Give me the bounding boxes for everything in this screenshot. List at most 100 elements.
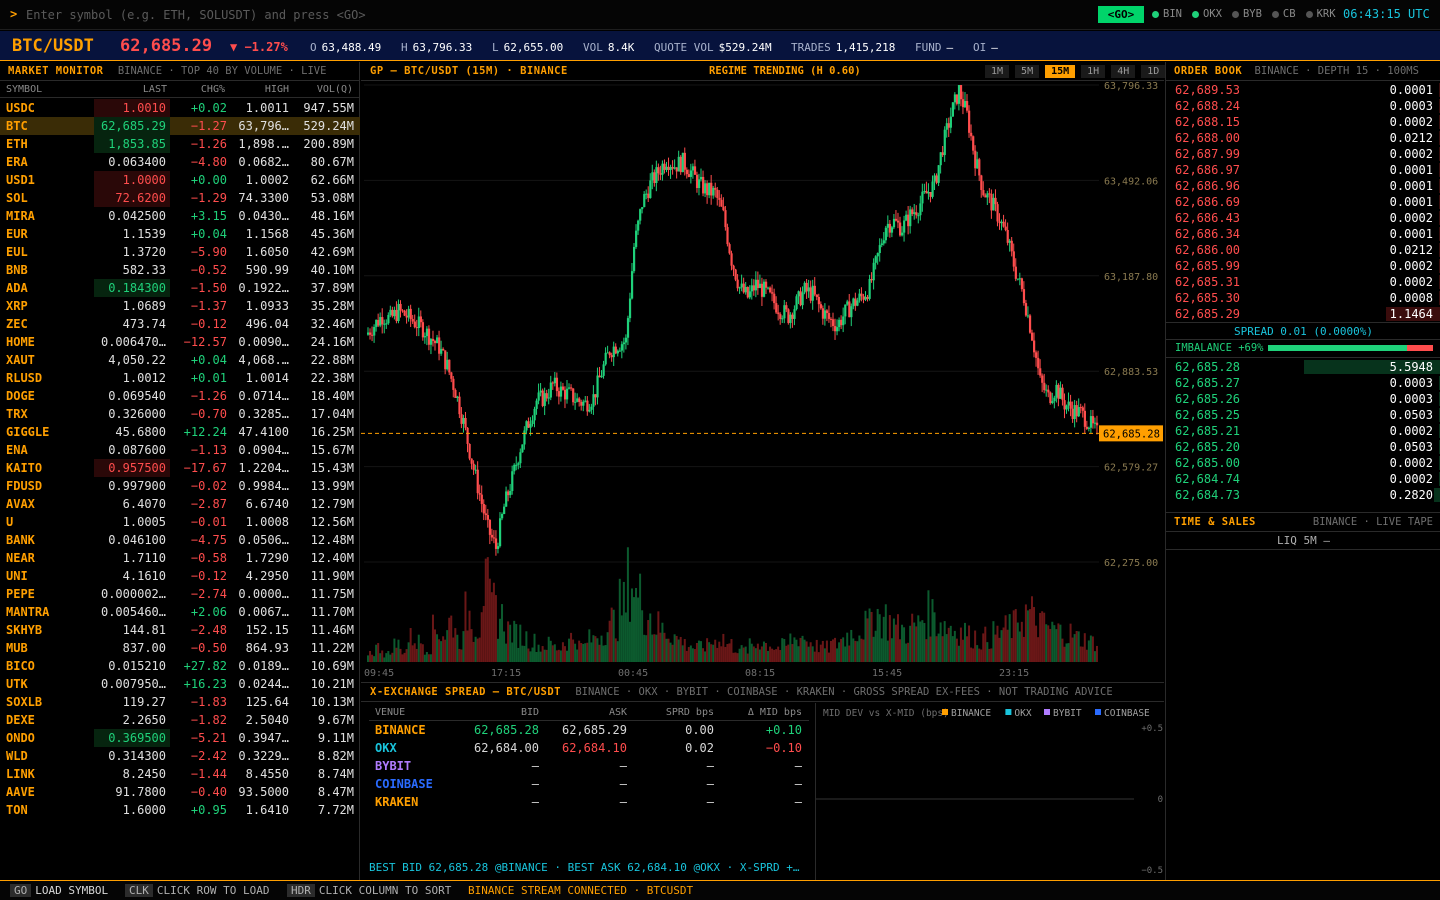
market-row-eul[interactable]: EUL 1.3720 −5.90 1.6050 42.69M: [0, 243, 360, 261]
market-high: 47.4100: [238, 425, 289, 439]
market-row-ena[interactable]: ENA 0.087600 −1.13 0.0904… 15.67M: [0, 441, 360, 459]
market-row-eth[interactable]: ETH 1,853.85 −1.26 1,898.… 200.89M: [0, 135, 360, 153]
market-row-soxlb[interactable]: SOXLB 119.27 −1.83 125.64 10.13M: [0, 693, 360, 711]
market-row-rlusd[interactable]: RLUSD 1.0012 +0.01 1.0014 22.38M: [0, 369, 360, 387]
spread-column-4[interactable]: Δ MID bps: [724, 705, 802, 721]
column-change[interactable]: CHG%: [172, 84, 225, 95]
spread-column-0[interactable]: VENUE: [375, 705, 405, 721]
market-row-wld[interactable]: WLD 0.314300 −2.42 0.3229… 8.82M: [0, 747, 360, 765]
candlestick-chart[interactable]: 63,796.33 63,492.06 63,187.80 62,883.53 62,5…: [361, 82, 1164, 682]
market-row-aave[interactable]: AAVE 91.7800 −0.40 93.5000 8.47M: [0, 783, 360, 801]
ask-level[interactable]: 62,686.43 0.0002: [1166, 210, 1440, 226]
market-row-sol[interactable]: SOL 72.6200 −1.29 74.3300 53.08M: [0, 189, 360, 207]
market-row-usdc[interactable]: USDC 1.0010 +0.02 1.0011 947.55M: [0, 99, 360, 117]
market-row-ondo[interactable]: ONDO 0.369500 −5.21 0.3947… 9.11M: [0, 729, 360, 747]
column-last[interactable]: LAST: [94, 84, 167, 95]
market-row-u[interactable]: U 1.0005 −0.01 1.0008 12.56M: [0, 513, 360, 531]
ask-level[interactable]: 62,688.00 0.0212: [1166, 130, 1440, 146]
spread-row-kraken[interactable]: KRAKEN — — — —: [369, 793, 809, 811]
market-row-trx[interactable]: TRX 0.326000 −0.70 0.3285… 17.04M: [0, 405, 360, 423]
ask-level[interactable]: 62,685.31 0.0002: [1166, 274, 1440, 290]
bid-level[interactable]: 62,685.27 0.0003: [1166, 375, 1440, 391]
timeframe-1h[interactable]: 1H: [1081, 65, 1106, 78]
ask-level[interactable]: 62,685.99 0.0002: [1166, 258, 1440, 274]
market-row-home[interactable]: HOME 0.006470… −12.57 0.0090… 24.16M: [0, 333, 360, 351]
spread-column-3[interactable]: SPRD bps: [639, 705, 714, 721]
bid-level[interactable]: 62,685.20 0.0503: [1166, 439, 1440, 455]
market-high: 2.5040: [245, 713, 289, 727]
bid-level[interactable]: 62,684.73 0.2820: [1166, 487, 1440, 503]
timeframe-5m[interactable]: 5M: [1015, 65, 1040, 78]
bid-quantity: 5.5948: [1389, 360, 1433, 374]
ask-level[interactable]: 62,687.99 0.0002: [1166, 146, 1440, 162]
market-row-mub[interactable]: MUB 837.00 −0.50 864.93 11.22M: [0, 639, 360, 657]
market-row-era[interactable]: ERA 0.063400 −4.80 0.0682… 80.67M: [0, 153, 360, 171]
market-row-skhyb[interactable]: SKHYB 144.81 −2.48 152.15 11.46M: [0, 621, 360, 639]
market-row-mira[interactable]: MIRA 0.042500 +3.15 0.0430… 48.16M: [0, 207, 360, 225]
ask-level[interactable]: 62,689.53 0.0001: [1166, 82, 1440, 98]
market-row-avax[interactable]: AVAX 6.4070 −2.87 6.6740 12.79M: [0, 495, 360, 513]
market-row-zec[interactable]: ZEC 473.74 −0.12 496.04 32.46M: [0, 315, 360, 333]
market-row-fdusd[interactable]: FDUSD 0.997900 −0.02 0.9984… 13.99M: [0, 477, 360, 495]
bid-level[interactable]: 62,685.28 5.5948: [1166, 359, 1440, 375]
spread-row-coinbase[interactable]: COINBASE — — — —: [369, 775, 809, 793]
column-symbol[interactable]: SYMBOL: [6, 84, 42, 95]
market-row-xrp[interactable]: XRP 1.0689 −1.37 1.0933 35.28M: [0, 297, 360, 315]
market-row-ada[interactable]: ADA 0.184300 −1.50 0.1922… 37.89M: [0, 279, 360, 297]
market-row-dexe[interactable]: DEXE 2.2650 −1.82 2.5040 9.67M: [0, 711, 360, 729]
spread-column-1[interactable]: BID: [459, 705, 539, 721]
market-row-pepe[interactable]: PEPE 0.000002… −2.74 0.0000… 11.75M: [0, 585, 360, 603]
ask-level[interactable]: 62,686.96 0.0001: [1166, 178, 1440, 194]
bid-level[interactable]: 62,685.21 0.0002: [1166, 423, 1440, 439]
symbol-input[interactable]: [26, 5, 726, 25]
bid-level[interactable]: 62,685.26 0.0003: [1166, 391, 1440, 407]
ask-level[interactable]: 62,685.29 1.1464: [1166, 306, 1440, 322]
market-row-near[interactable]: NEAR 1.7110 −0.58 1.7290 12.40M: [0, 549, 360, 567]
ask-level[interactable]: 62,686.69 0.0001: [1166, 194, 1440, 210]
spread-column-2[interactable]: ASK: [549, 705, 627, 721]
volume-bar: [460, 649, 463, 662]
candle-body: [517, 463, 520, 465]
market-row-eur[interactable]: EUR 1.1539 +0.04 1.1568 45.36M: [0, 225, 360, 243]
column-volume[interactable]: VOL(Q): [291, 84, 353, 95]
market-last: 837.00: [122, 641, 166, 655]
market-row-utk[interactable]: UTK 0.007950… +16.23 0.0244… 10.21M: [0, 675, 360, 693]
market-row-ton[interactable]: TON 1.6000 +0.95 1.6410 7.72M: [0, 801, 360, 819]
ask-level[interactable]: 62,686.00 0.0212: [1166, 242, 1440, 258]
market-row-giggle[interactable]: GIGGLE 45.6800 +12.24 47.4100 16.25M: [0, 423, 360, 441]
timeframe-15m[interactable]: 15M: [1045, 65, 1076, 78]
market-row-bnb[interactable]: BNB 582.33 −0.52 590.99 40.10M: [0, 261, 360, 279]
market-row-bico[interactable]: BICO 0.015210 +27.82 0.0189… 10.69M: [0, 657, 360, 675]
bid-level[interactable]: 62,685.00 0.0002: [1166, 455, 1440, 471]
market-row-mantra[interactable]: MANTRA 0.005460… +2.06 0.0067… 11.70M: [0, 603, 360, 621]
volume-bar: [913, 622, 916, 662]
bid-level[interactable]: 62,684.74 0.0002: [1166, 471, 1440, 487]
ask-level[interactable]: 62,688.15 0.0002: [1166, 114, 1440, 130]
market-row-btc[interactable]: BTC 62,685.29 −1.27 63,796… 529.24M: [0, 117, 360, 135]
ask-level[interactable]: 62,686.34 0.0001: [1166, 226, 1440, 242]
market-row-xaut[interactable]: XAUT 4,050.22 +0.04 4,068.… 22.88M: [0, 351, 360, 369]
spread-row-binance[interactable]: BINANCE 62,685.28 62,685.29 0.00 +0.10: [369, 721, 809, 739]
ask-level[interactable]: 62,686.97 0.0001: [1166, 162, 1440, 178]
timeframe-4h[interactable]: 4H: [1111, 65, 1136, 78]
market-row-bank[interactable]: BANK 0.046100 −4.75 0.0506… 12.48M: [0, 531, 360, 549]
market-row-doge[interactable]: DOGE 0.069540 −1.26 0.0714… 18.40M: [0, 387, 360, 405]
candle-body: [590, 406, 593, 410]
timeframe-1m[interactable]: 1M: [985, 65, 1010, 78]
candle-body: [742, 283, 745, 293]
market-row-link[interactable]: LINK 8.2450 −1.44 8.4550 8.74M: [0, 765, 360, 783]
market-row-usd1[interactable]: USD1 1.0000 +0.00 1.0002 62.66M: [0, 171, 360, 189]
ask-level[interactable]: 62,688.24 0.0003: [1166, 98, 1440, 114]
go-button[interactable]: <GO>: [1098, 6, 1144, 23]
ask-level[interactable]: 62,685.30 0.0008: [1166, 290, 1440, 306]
market-row-uni[interactable]: UNI 4.1610 −0.12 4.2950 11.90M: [0, 567, 360, 585]
market-row-kaito[interactable]: KAITO 0.957500 −17.67 1.2204… 15.43M: [0, 459, 360, 477]
candle-body: [754, 279, 758, 291]
timeframe-1d[interactable]: 1D: [1141, 65, 1166, 78]
spread-row-bybit[interactable]: BYBIT — — — —: [369, 757, 809, 775]
column-high[interactable]: HIGH: [233, 84, 289, 95]
bid-level[interactable]: 62,685.25 0.0503: [1166, 407, 1440, 423]
last-price-label: 62,685.28: [1103, 428, 1160, 440]
spread-row-okx[interactable]: OKX 62,684.00 62,684.10 0.02 −0.10: [369, 739, 809, 757]
volume-bar: [602, 645, 605, 662]
